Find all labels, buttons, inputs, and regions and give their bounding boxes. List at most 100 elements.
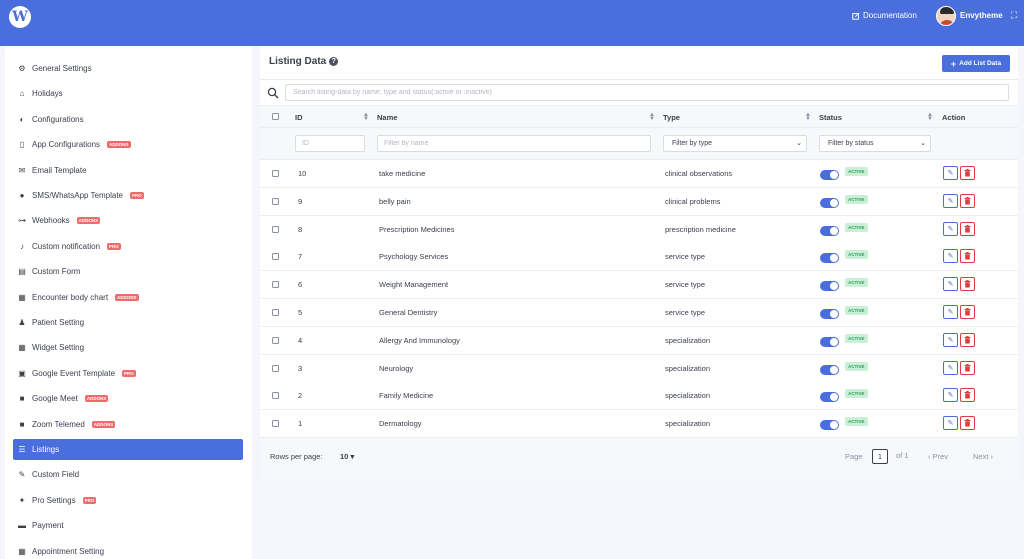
- sidebar-item[interactable]: ▬ Payment: [13, 515, 243, 536]
- sidebar-item[interactable]: ▦ Appointment Setting: [13, 541, 243, 559]
- status-toggle[interactable]: [820, 364, 839, 375]
- edit-button[interactable]: ✎: [943, 388, 958, 403]
- edit-button[interactable]: ✎: [943, 360, 958, 375]
- cell-type: clinical observations: [665, 169, 733, 178]
- sidebar-item[interactable]: ⌂ Holidays: [13, 83, 243, 104]
- sidebar-item[interactable]: ▦ Encounter body chart ADDONS: [13, 287, 243, 308]
- row-checkbox[interactable]: [272, 420, 279, 428]
- sidebar-item[interactable]: ✎ Custom Field: [13, 464, 243, 485]
- column-header-id[interactable]: ID: [295, 113, 303, 122]
- edit-button[interactable]: ✎: [943, 277, 958, 292]
- status-toggle[interactable]: [820, 197, 839, 208]
- cell-id: 9: [298, 196, 303, 206]
- status-toggle[interactable]: [820, 336, 839, 347]
- edit-button[interactable]: ✎: [943, 305, 958, 319]
- row-checkbox[interactable]: [272, 253, 279, 261]
- status-toggle[interactable]: [820, 281, 839, 292]
- edit-button[interactable]: ✎: [943, 249, 958, 264]
- delete-button[interactable]: [960, 277, 975, 292]
- table-row: 1 Dermatology specialization ACTIVE ✎: [260, 410, 1018, 439]
- rows-per-page-select[interactable]: 10 ▾: [340, 452, 354, 461]
- row-checkbox[interactable]: [272, 170, 279, 177]
- status-toggle[interactable]: [820, 420, 839, 431]
- delete-button[interactable]: [960, 305, 975, 319]
- sidebar-item[interactable]: ☰ Listings: [13, 439, 243, 460]
- sort-icon[interactable]: ▲ ▼: [927, 112, 933, 122]
- name-filter-input[interactable]: [377, 135, 651, 152]
- rows-per-page-label: Rows per page:: [270, 452, 323, 461]
- delete-button[interactable]: [960, 360, 975, 375]
- select-all-checkbox[interactable]: [272, 113, 279, 120]
- documentation-link[interactable]: Documentation: [852, 11, 917, 20]
- card-icon: ▬: [18, 521, 26, 531]
- sort-icon[interactable]: ▲ ▼: [805, 112, 811, 122]
- sidebar-item[interactable]: ▣ Google Event Template PRO: [13, 363, 243, 384]
- fullscreen-icon[interactable]: ⛶: [1011, 10, 1017, 21]
- edit-button[interactable]: ✎: [943, 332, 958, 347]
- column-header-name[interactable]: Name: [377, 113, 397, 122]
- help-icon[interactable]: ?: [329, 57, 339, 66]
- sidebar-item[interactable]: ● SMS/WhatsApp Template PRO: [13, 185, 243, 206]
- row-checkbox[interactable]: [272, 336, 279, 344]
- sidebar-item[interactable]: ▦ Widget Setting: [13, 337, 243, 358]
- row-checkbox[interactable]: [272, 309, 279, 316]
- status-toggle[interactable]: [820, 253, 839, 264]
- delete-button[interactable]: [960, 388, 975, 403]
- feature-badge: PRO: [130, 192, 144, 199]
- sidebar-item[interactable]: ✦ Pro Settings PRO: [13, 490, 243, 511]
- username[interactable]: Envytheme: [960, 11, 1003, 20]
- pencil-icon: ✎: [947, 336, 954, 344]
- sort-icon[interactable]: ▲ ▼: [649, 112, 655, 122]
- add-list-data-button[interactable]: + Add List Data: [942, 55, 1010, 72]
- status-toggle[interactable]: [820, 225, 839, 236]
- sidebar-item[interactable]: ■ Zoom Telemed ADDONS: [13, 414, 243, 435]
- documentation-label: Documentation: [863, 11, 917, 20]
- table-row: 3 Neurology specialization ACTIVE ✎: [260, 354, 1018, 383]
- status-toggle[interactable]: [820, 309, 839, 319]
- edit-button[interactable]: ✎: [943, 416, 958, 431]
- row-checkbox[interactable]: [272, 281, 279, 289]
- sidebar-item[interactable]: ◐ Configurations: [13, 109, 243, 130]
- prev-page-button[interactable]: ‹ Prev: [928, 452, 948, 461]
- sidebar-item[interactable]: ✉ Email Template: [13, 160, 243, 181]
- status-filter-select[interactable]: Filter by status ⌄: [819, 135, 931, 152]
- row-checkbox[interactable]: [272, 225, 279, 233]
- next-page-button[interactable]: Next ›: [973, 452, 993, 461]
- edit-button[interactable]: ✎: [943, 193, 958, 208]
- sidebar-item[interactable]: ⚙ General Settings: [13, 58, 243, 79]
- wordpress-logo-icon[interactable]: W: [9, 6, 31, 28]
- avatar[interactable]: [936, 6, 956, 26]
- delete-button[interactable]: [960, 193, 975, 208]
- status-toggle[interactable]: [820, 392, 839, 403]
- row-checkbox[interactable]: [272, 197, 279, 205]
- edit-button[interactable]: ✎: [943, 221, 958, 236]
- sidebar-item[interactable]: ♪ Custom notification PRO: [13, 236, 243, 257]
- sidebar-item[interactable]: ▯ App Configurations ADDONS: [13, 134, 243, 155]
- column-header-type[interactable]: Type: [663, 113, 680, 122]
- id-filter-input[interactable]: [295, 135, 365, 152]
- sidebar-item[interactable]: ▤ Custom Form: [13, 261, 243, 282]
- delete-button[interactable]: [960, 221, 975, 236]
- sort-icon[interactable]: ▲ ▼: [363, 112, 369, 122]
- next-label: Next: [973, 452, 989, 461]
- pagination-footer: Rows per page: 10 ▾ Page 1 of 1 ‹ Prev N…: [260, 438, 1018, 479]
- delete-button[interactable]: [960, 332, 975, 347]
- row-checkbox[interactable]: [272, 392, 279, 400]
- chevron-left-icon: ‹: [928, 452, 931, 461]
- delete-button[interactable]: [960, 416, 975, 431]
- delete-button[interactable]: [960, 166, 975, 180]
- status-badge: ACTIVE: [845, 389, 868, 399]
- row-checkbox[interactable]: [272, 364, 279, 372]
- type-filter-select[interactable]: Filter by type ⌄: [663, 135, 807, 152]
- column-header-status[interactable]: Status: [819, 113, 842, 122]
- delete-button[interactable]: [960, 249, 975, 264]
- feature-badge: PRO: [82, 496, 97, 504]
- search-input[interactable]: [285, 84, 1009, 101]
- status-toggle[interactable]: [820, 170, 839, 180]
- edit-button[interactable]: ✎: [943, 166, 958, 180]
- sidebar-item[interactable]: ♟ Patient Setting: [13, 312, 243, 333]
- sidebar-item[interactable]: ■ Google Meet ADDONS: [13, 388, 243, 409]
- cell-id: 6: [298, 280, 303, 290]
- page-number-input[interactable]: 1: [872, 449, 888, 464]
- sidebar-item[interactable]: ⊶ Webhooks ADDONS: [13, 210, 243, 231]
